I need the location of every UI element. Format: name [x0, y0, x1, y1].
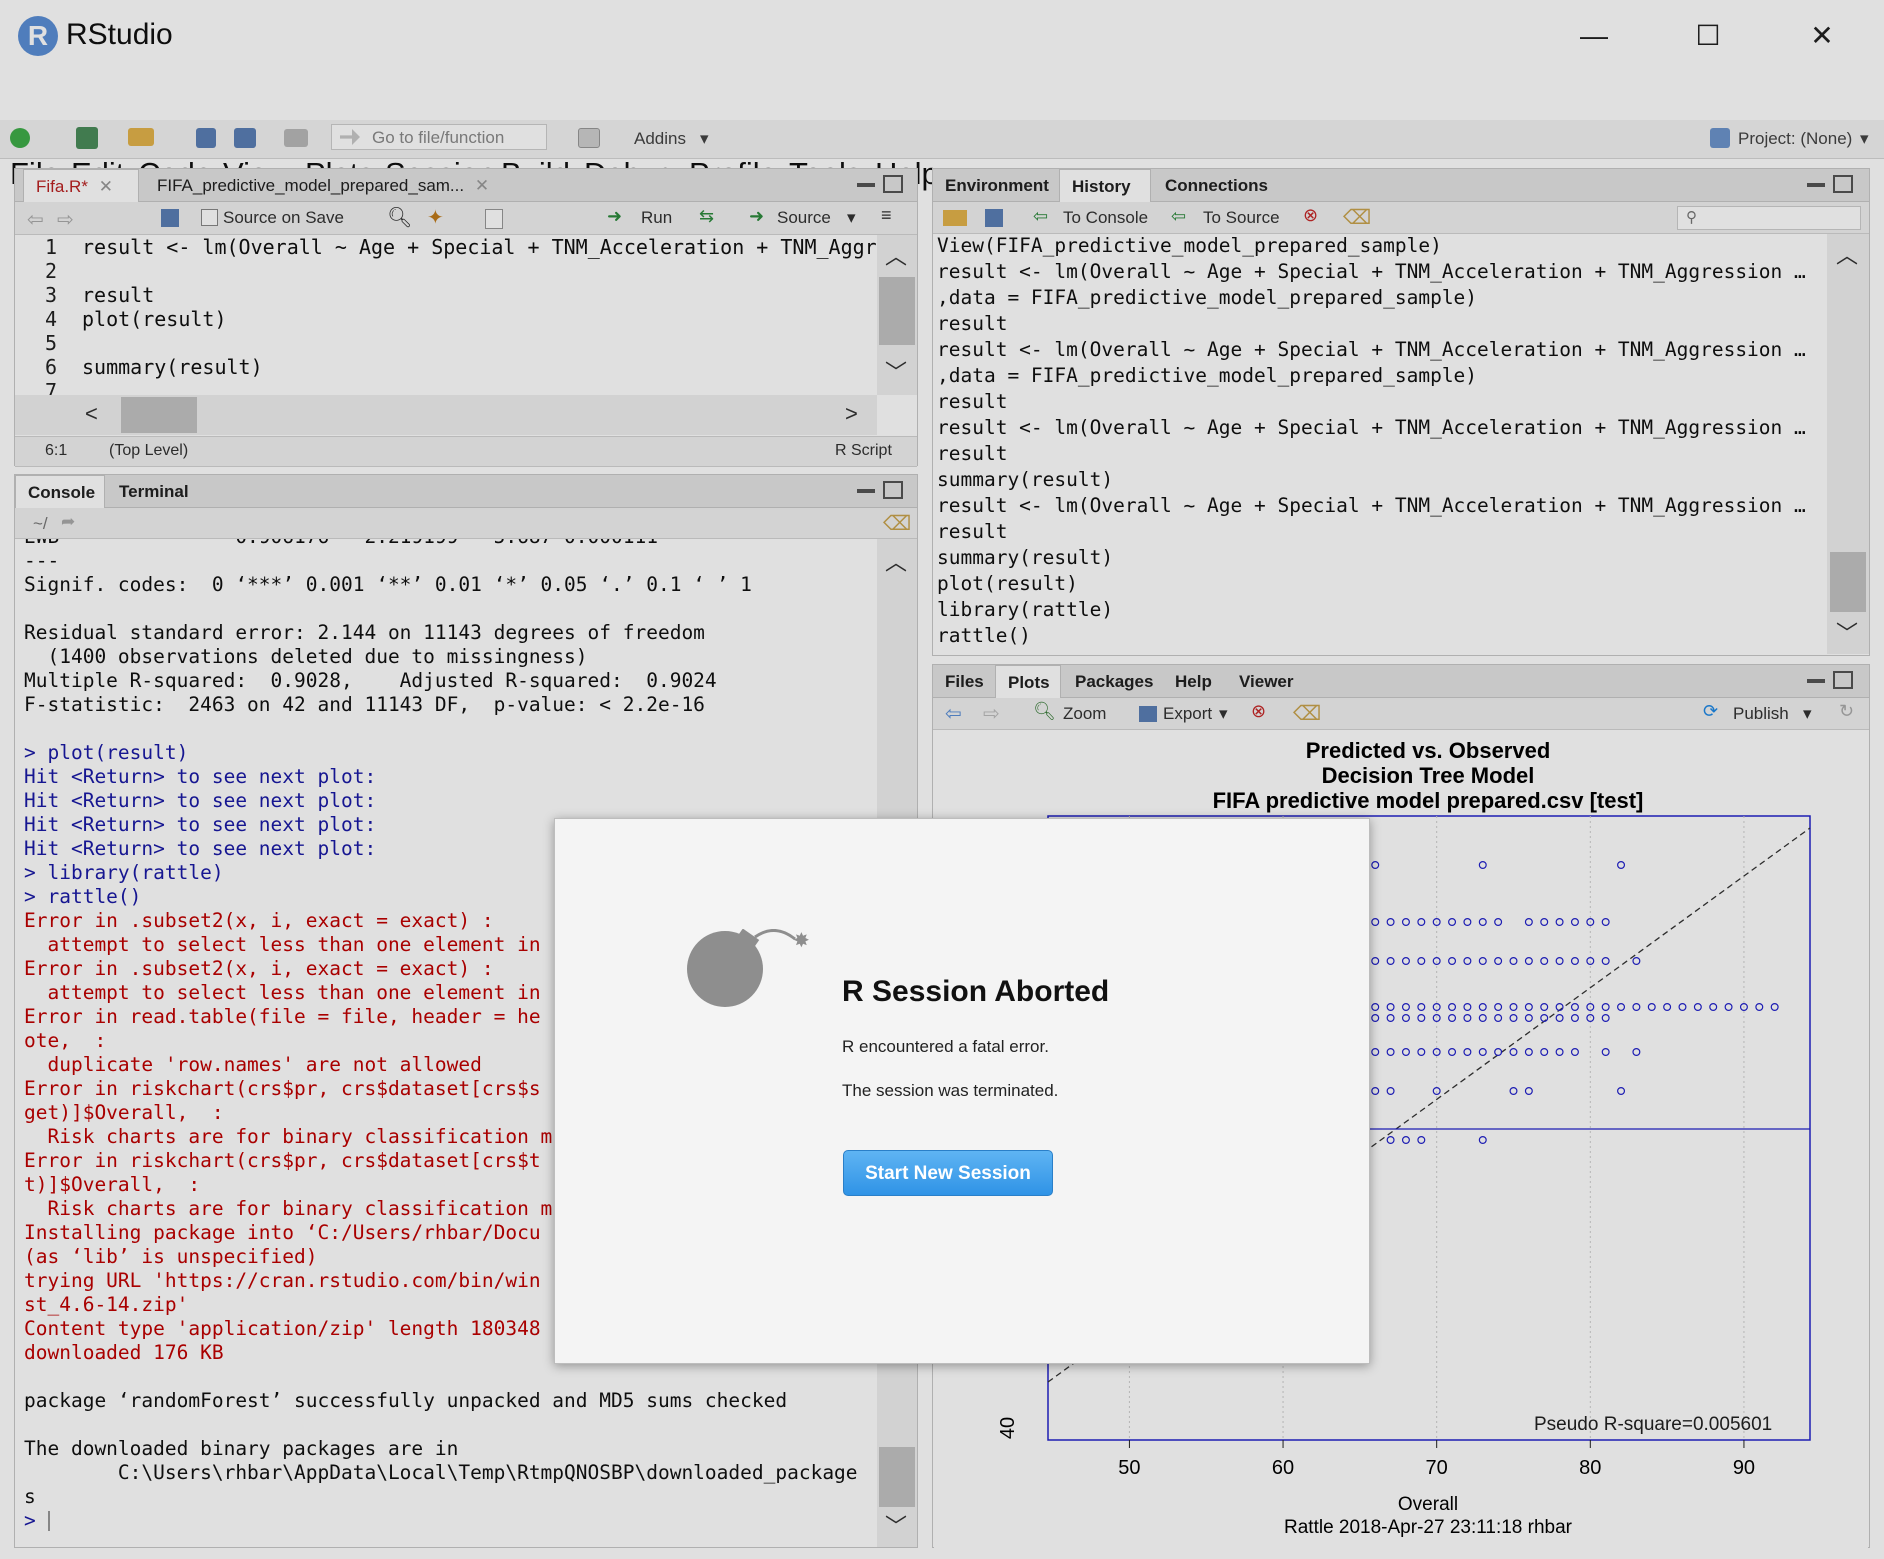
bomb-icon: ✸	[687, 929, 810, 1007]
dialog-message: The session was terminated.	[842, 1081, 1059, 1100]
svg-text:✸: ✸	[793, 929, 810, 952]
start-new-session-button[interactable]: Start New Session	[843, 1150, 1053, 1196]
session-aborted-dialog: ✸ R Session Aborted R encountered a fata…	[554, 818, 1370, 1364]
dialog-title: R Session Aborted	[842, 975, 1110, 1008]
dialog-message: R encountered a fatal error.	[842, 1037, 1049, 1056]
